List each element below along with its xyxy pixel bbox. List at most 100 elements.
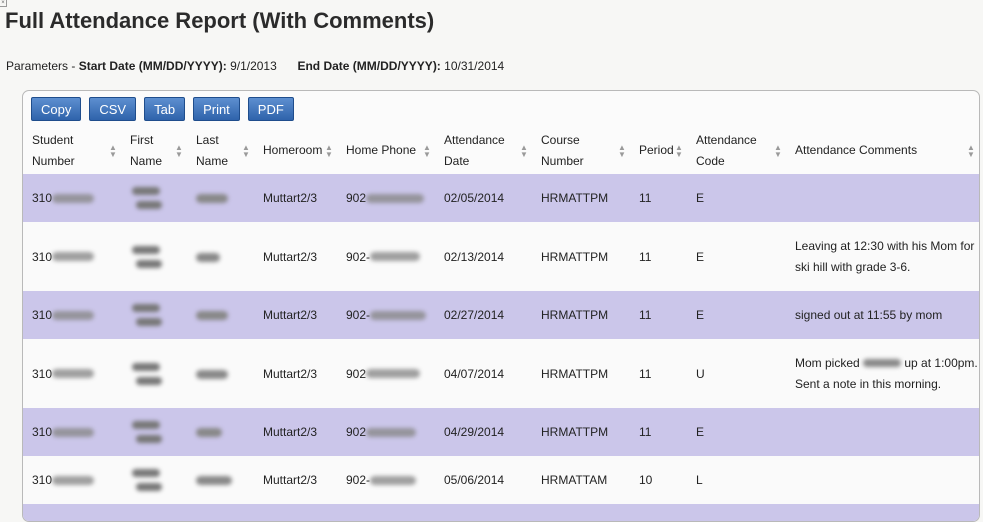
cell-period: 11 <box>630 174 687 222</box>
header-attendance-code[interactable]: Attendance Code ▲ ▼ <box>687 127 786 174</box>
sort-both-icon: ▲ ▼ <box>175 142 183 159</box>
cell-partial-row <box>23 504 979 521</box>
cell-homeroom: Muttart2/3 <box>254 174 337 222</box>
cell-last-name <box>187 222 254 291</box>
cell-course-number: HRMATTPM <box>532 339 630 408</box>
cell-home-phone: 902 <box>337 339 435 408</box>
cell-homeroom: Muttart2/3 <box>254 408 337 456</box>
export-toolbar: Copy CSV Tab Print PDF <box>31 97 294 121</box>
sort-both-icon: ▲ ▼ <box>423 142 431 159</box>
cell-attendance-comments: signed out at 11:55 by mom <box>786 291 979 339</box>
header-homeroom[interactable]: Homeroom ▲ ▼ <box>254 127 337 174</box>
cell-home-phone: 902- <box>337 291 435 339</box>
header-first-name[interactable]: First Name ▲ ▼ <box>121 127 187 174</box>
cell-period: 11 <box>630 222 687 291</box>
sort-both-icon: ▲ ▼ <box>967 142 975 159</box>
cell-attendance-code: E <box>687 222 786 291</box>
cell-first-name <box>121 291 187 339</box>
sort-both-icon: ▲ ▼ <box>325 142 333 159</box>
csv-button[interactable]: CSV <box>89 97 137 121</box>
sort-both-icon: ▲ ▼ <box>618 142 626 159</box>
params-prefix: Parameters - <box>6 59 76 73</box>
cell-student-number: 310 <box>23 339 121 408</box>
header-attendance-comments[interactable]: Attendance Comments ▲ ▼ <box>786 127 979 174</box>
cell-attendance-date: 02/13/2014 <box>435 222 532 291</box>
cell-attendance-comments <box>786 456 979 504</box>
cell-attendance-comments: Leaving at 12:30 with his Mom for ski hi… <box>786 222 979 291</box>
table-row[interactable]: 310 Muttart2/3 902- 02/13/2014 HRMATTPM … <box>23 222 979 291</box>
end-date-value: 10/31/2014 <box>444 59 505 73</box>
cell-last-name <box>187 339 254 408</box>
tab-button[interactable]: Tab <box>144 97 186 121</box>
cell-course-number: HRMATTPM <box>532 291 630 339</box>
cell-attendance-date: 04/07/2014 <box>435 339 532 408</box>
cell-attendance-code: L <box>687 456 786 504</box>
cell-last-name <box>187 174 254 222</box>
header-home-phone[interactable]: Home Phone ▲ ▼ <box>337 127 435 174</box>
page-title: Full Attendance Report (With Comments) <box>5 8 435 33</box>
cell-homeroom: Muttart2/3 <box>254 339 337 408</box>
cell-last-name <box>187 291 254 339</box>
end-date-label: End Date (MM/DD/YYYY): <box>297 59 441 73</box>
cell-first-name <box>121 174 187 222</box>
sort-both-icon: ▲ ▼ <box>675 142 683 159</box>
cell-student-number: 310 <box>23 222 121 291</box>
cell-first-name <box>121 408 187 456</box>
cell-course-number: HRMATTPM <box>532 222 630 291</box>
print-button[interactable]: Print <box>193 97 240 121</box>
table-row[interactable]: 310 Muttart2/3 902 04/29/2014 HRMATTPM 1… <box>23 408 979 456</box>
cell-attendance-date: 05/06/2014 <box>435 456 532 504</box>
table-row[interactable] <box>23 504 979 521</box>
cell-home-phone: 902- <box>337 222 435 291</box>
cell-period: 11 <box>630 291 687 339</box>
report-parameters: Parameters - Start Date (MM/DD/YYYY): 9/… <box>6 59 504 73</box>
table-row[interactable]: 310 Muttart2/3 902- 02/27/2014 HRMATTPM … <box>23 291 979 339</box>
sort-both-icon: ▲ ▼ <box>520 142 528 159</box>
header-student-number[interactable]: Student Number ▲ ▼ <box>23 127 121 174</box>
pdf-button[interactable]: PDF <box>247 97 294 121</box>
cell-course-number: HRMATTPM <box>532 408 630 456</box>
attendance-table: Student Number ▲ ▼ First Name ▲ ▼ Last Name ▲ ▼ H… <box>23 127 979 521</box>
header-last-name[interactable]: Last Name ▲ ▼ <box>187 127 254 174</box>
cell-student-number: 310 <box>23 291 121 339</box>
cell-homeroom: Muttart2/3 <box>254 291 337 339</box>
cell-last-name <box>187 456 254 504</box>
cell-first-name <box>121 456 187 504</box>
cell-attendance-code: U <box>687 339 786 408</box>
cell-first-name <box>121 222 187 291</box>
sort-both-icon: ▲ ▼ <box>109 142 117 159</box>
cell-period: 11 <box>630 339 687 408</box>
start-date-value: 9/1/2013 <box>230 59 277 73</box>
table-row[interactable]: 310 Muttart2/3 902 04/07/2014 HRMATTPM 1… <box>23 339 979 408</box>
cell-attendance-comments <box>786 408 979 456</box>
cell-attendance-code: E <box>687 408 786 456</box>
table-row[interactable]: 310 Muttart2/3 902 02/05/2014 HRMATTPM 1… <box>23 174 979 222</box>
cell-attendance-code: E <box>687 291 786 339</box>
cell-homeroom: Muttart2/3 <box>254 222 337 291</box>
header-attendance-date[interactable]: Attendance Date ▲ ▼ <box>435 127 532 174</box>
cell-course-number: HRMATTPM <box>532 174 630 222</box>
sort-both-icon: ▲ ▼ <box>242 142 250 159</box>
cell-attendance-comments <box>786 174 979 222</box>
cell-student-number: 310 <box>23 408 121 456</box>
cell-home-phone: 902- <box>337 456 435 504</box>
cell-home-phone: 902 <box>337 408 435 456</box>
cell-homeroom: Muttart2/3 <box>254 456 337 504</box>
report-table-panel: Copy CSV Tab Print PDF Student Number ▲ ▼ F… <box>22 90 980 522</box>
header-period[interactable]: Period ▲ ▼ <box>630 127 687 174</box>
cell-last-name <box>187 408 254 456</box>
copy-button[interactable]: Copy <box>31 97 82 121</box>
cell-attendance-code: E <box>687 174 786 222</box>
table-header-row: Student Number ▲ ▼ First Name ▲ ▼ Last Name ▲ ▼ H… <box>23 127 979 174</box>
cell-attendance-date: 02/27/2014 <box>435 291 532 339</box>
header-course-number[interactable]: Course Number ▲ ▼ <box>532 127 630 174</box>
cell-student-number: 310 <box>23 174 121 222</box>
cell-first-name <box>121 339 187 408</box>
cell-period: 11 <box>630 408 687 456</box>
sort-both-icon: ▲ ▼ <box>774 142 782 159</box>
cell-attendance-date: 04/29/2014 <box>435 408 532 456</box>
table-row[interactable]: 310 Muttart2/3 902- 05/06/2014 HRMATTAM … <box>23 456 979 504</box>
start-date-label: Start Date (MM/DD/YYYY): <box>78 59 227 73</box>
cell-student-number: 310 <box>23 456 121 504</box>
cell-course-number: HRMATTAM <box>532 456 630 504</box>
